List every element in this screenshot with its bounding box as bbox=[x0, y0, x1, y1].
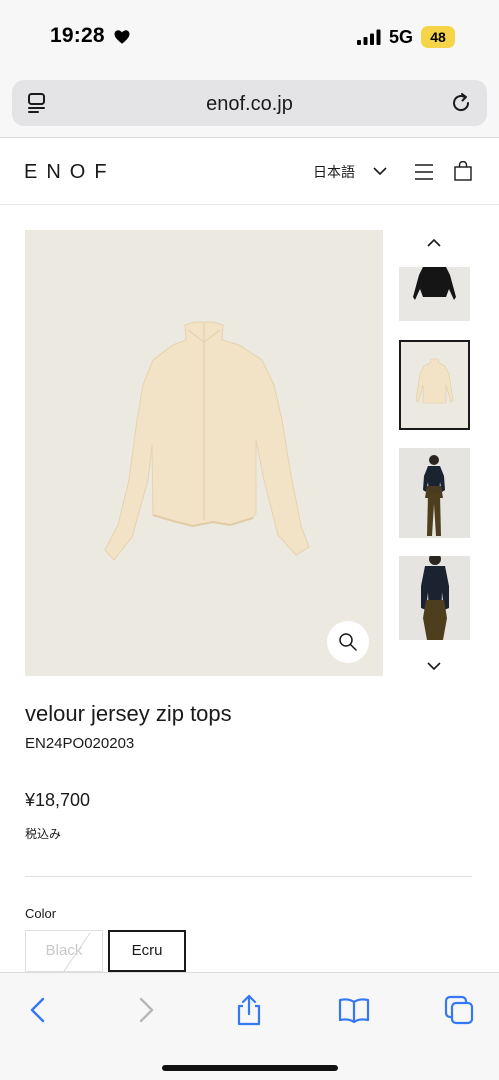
magnifier-icon bbox=[339, 633, 357, 651]
tabs-icon[interactable] bbox=[442, 993, 476, 1027]
color-label: Color bbox=[25, 906, 57, 921]
site-logo[interactable]: ENOF bbox=[24, 161, 116, 184]
reload-icon[interactable] bbox=[449, 91, 473, 115]
status-time: 19:28 bbox=[50, 24, 105, 47]
home-indicator[interactable] bbox=[162, 1065, 338, 1071]
language-selector[interactable]: 日本語 bbox=[313, 162, 355, 182]
book-icon[interactable] bbox=[337, 993, 371, 1027]
browser-toolbar bbox=[0, 972, 499, 1080]
product-price: ¥18,700 bbox=[25, 790, 91, 810]
hamburger-menu-icon[interactable] bbox=[414, 163, 434, 181]
site-header: ENOF 日本語 bbox=[0, 139, 499, 205]
shopping-bag-icon[interactable] bbox=[454, 161, 472, 181]
thumbnail-image bbox=[415, 358, 454, 404]
color-option-ecru[interactable]: Ecru bbox=[108, 930, 186, 972]
thumbnail-image bbox=[421, 556, 449, 640]
forward-icon[interactable] bbox=[128, 993, 162, 1027]
product-main-image[interactable] bbox=[25, 230, 383, 676]
chevron-down-icon[interactable] bbox=[372, 165, 388, 177]
thumbnail-model-closeup[interactable] bbox=[399, 556, 470, 640]
heart-icon bbox=[114, 30, 130, 44]
thumbnail-image bbox=[423, 455, 445, 536]
sold-out-strike bbox=[63, 932, 91, 971]
product-code: EN24PO020203 bbox=[25, 735, 135, 752]
thumbnail-black-top[interactable] bbox=[399, 267, 470, 321]
thumbnail-image bbox=[413, 267, 456, 300]
address-bar[interactable]: enof.co.jp bbox=[12, 80, 487, 126]
tax-note: 税込み bbox=[25, 827, 62, 841]
chevron-down-icon[interactable] bbox=[425, 659, 443, 673]
divider bbox=[25, 876, 472, 877]
back-icon[interactable] bbox=[22, 993, 56, 1027]
color-option-label: Ecru bbox=[131, 942, 163, 959]
signal-icon bbox=[357, 29, 381, 45]
product-title: velour jersey zip tops bbox=[25, 701, 232, 726]
battery-indicator: 48 bbox=[421, 26, 455, 48]
zoom-button[interactable] bbox=[327, 621, 369, 663]
browser-address-area: enof.co.jp bbox=[0, 76, 499, 138]
chevron-up-icon[interactable] bbox=[425, 236, 443, 250]
status-bar: 19:28 5G 48 bbox=[0, 0, 499, 76]
share-icon[interactable] bbox=[232, 993, 266, 1027]
thumbnail-model-front[interactable] bbox=[399, 448, 470, 538]
thumbnail-ecru-top[interactable] bbox=[399, 340, 470, 430]
color-option-black[interactable]: Black bbox=[25, 930, 103, 972]
network-type: 5G bbox=[389, 27, 414, 47]
garment-illustration bbox=[104, 321, 310, 561]
url-text[interactable]: enof.co.jp bbox=[12, 93, 487, 116]
